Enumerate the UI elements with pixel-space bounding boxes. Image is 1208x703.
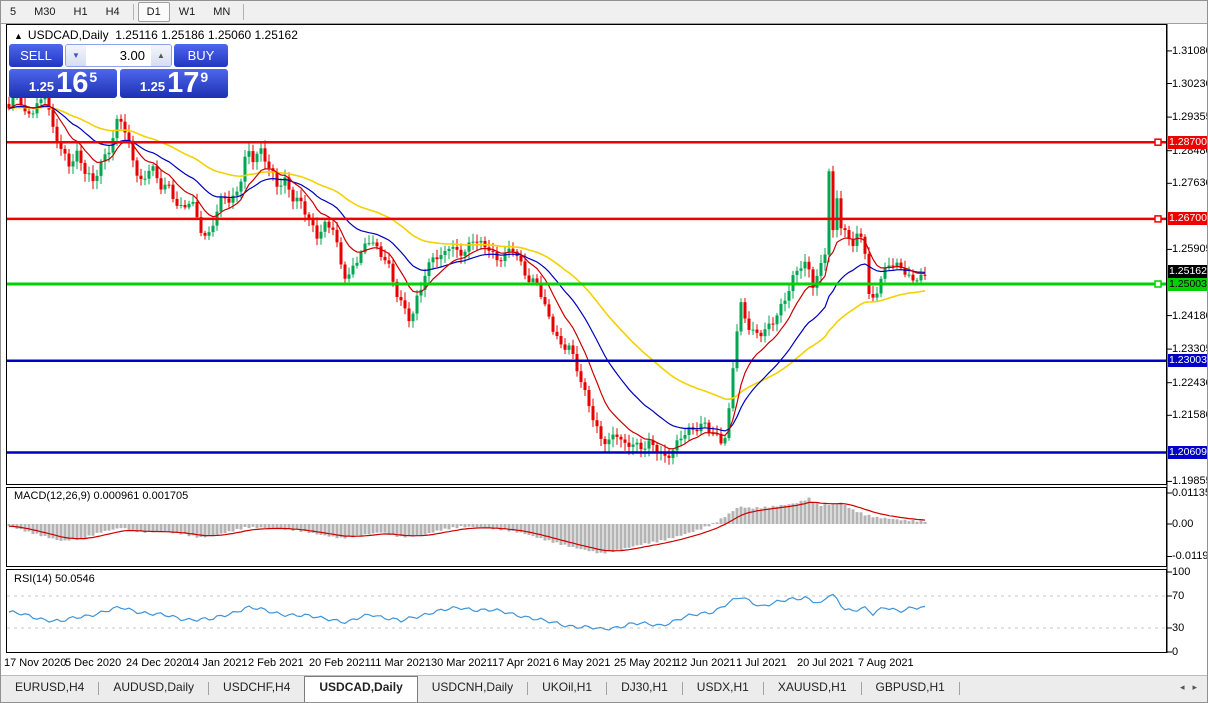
price-tick-label: 1.19855 xyxy=(1172,475,1208,488)
price-tick-label: 1.25905 xyxy=(1172,243,1208,256)
toolbar-separator xyxy=(243,4,245,20)
price-tick-label: 1.31080 xyxy=(1172,44,1208,57)
rsi-tick-label: 30 xyxy=(1172,622,1185,634)
buy-price-prefix: 1.25 xyxy=(139,79,166,94)
date-tick-label: 11 Mar 2021 xyxy=(370,657,431,669)
price-badge-1.25003: 1.25003 xyxy=(1168,277,1207,291)
sell-price-prefix: 1.25 xyxy=(28,79,55,94)
sell-price-button[interactable]: 1.25 16 5 xyxy=(9,69,117,98)
timeframe-button-m30[interactable]: M30 xyxy=(25,2,64,22)
macd-label: MACD(12,26,9) 0.000961 0.001705 xyxy=(14,490,189,502)
price-tick-label: 1.22430 xyxy=(1172,376,1208,389)
buy-button[interactable]: BUY xyxy=(174,44,228,67)
symbol-tabbar: EURUSD,H4 AUDUSD,Daily USDCHF,H4 USDCAD,Dai… xyxy=(1,675,1207,702)
volume-input[interactable]: 3.00 xyxy=(86,45,151,66)
macd-tick-label: 0.01135 xyxy=(1172,487,1208,499)
chart-canvas[interactable] xyxy=(1,1,1208,703)
chart-title: ▲ USDCAD,Daily 1.25116 1.25186 1.25060 1.… xyxy=(14,28,298,42)
tab-dj30[interactable]: DJ30,H1 xyxy=(607,676,682,698)
sell-price-point: 5 xyxy=(89,69,98,85)
date-tick-label: 2 Feb 2021 xyxy=(248,657,304,669)
rsi-panel-border xyxy=(6,569,1167,653)
hline-handle[interactable] xyxy=(1154,280,1162,288)
date-tick-label: 24 Dec 2020 xyxy=(126,657,189,669)
sell-price-pips: 16 xyxy=(56,67,89,99)
tab-usdx[interactable]: USDX,H1 xyxy=(683,676,763,698)
date-tick-label: 20 Feb 2021 xyxy=(309,657,371,669)
date-tick-label: 17 Nov 2020 xyxy=(4,657,67,669)
tabs-scroll-right-icon[interactable]: ▸ xyxy=(1192,682,1197,693)
tab-gbpusd[interactable]: GBPUSD,H1 xyxy=(862,676,959,698)
timeframe-toolbar: 5 M30 H1 H4 D1 W1 MN xyxy=(1,1,1207,24)
macd-tick-label: -0.01190 xyxy=(1172,550,1208,563)
volume-spinner: ▼ 3.00 ▲ xyxy=(65,44,172,67)
date-tick-label: 6 May 2021 xyxy=(553,657,611,669)
tab-usdchf[interactable]: USDCHF,H4 xyxy=(209,676,304,698)
date-tick-label: 17 Apr 2021 xyxy=(492,657,552,669)
one-click-trading-panel: SELL ▼ 3.00 ▲ BUY 1.25 16 5 1.25 17 9 xyxy=(9,44,228,98)
price-tick-label: 1.29355 xyxy=(1172,111,1208,124)
timeframe-button-5[interactable]: 5 xyxy=(1,2,25,22)
tab-xauusd[interactable]: XAUUSD,H1 xyxy=(764,676,861,698)
date-tick-label: 20 Jul 2021 xyxy=(797,657,854,669)
volume-increase-icon[interactable]: ▲ xyxy=(151,45,171,66)
tab-ukoil[interactable]: UKOil,H1 xyxy=(528,676,606,698)
timeframe-button-w1[interactable]: W1 xyxy=(170,2,205,22)
date-tick-label: 12 Jun 2021 xyxy=(675,657,736,669)
tabs-scroll-left-icon[interactable]: ◂ xyxy=(1180,682,1185,693)
hline-handle[interactable] xyxy=(1154,215,1162,223)
rsi-tick-label: 0 xyxy=(1172,646,1179,658)
price-badge-1.26700: 1.26700 xyxy=(1168,212,1207,226)
date-tick-label: 25 May 2021 xyxy=(614,657,678,669)
tab-usdcnh[interactable]: USDCNH,Daily xyxy=(418,676,527,698)
chart-symbol-label: USDCAD,Daily xyxy=(27,28,109,42)
toolbar-separator xyxy=(132,4,134,20)
mt4-window: 5 M30 H1 H4 D1 W1 MN ▲ USDCAD,Daily 1.25116 1.2… xyxy=(0,0,1208,703)
date-tick-label: 30 Mar 2021 xyxy=(431,657,493,669)
timeframe-button-h4[interactable]: H4 xyxy=(97,2,129,22)
date-tick-label: 5 Dec 2020 xyxy=(65,657,122,669)
price-badge-1.23003: 1.23003 xyxy=(1168,354,1207,368)
price-tick-label: 1.21580 xyxy=(1172,409,1208,422)
date-tick-label: 7 Aug 2021 xyxy=(858,657,914,669)
buy-price-point: 9 xyxy=(200,69,209,85)
tab-eurusd[interactable]: EURUSD,H4 xyxy=(1,676,98,698)
date-tick-label: 14 Jan 2021 xyxy=(187,657,248,669)
rsi-tick-label: 100 xyxy=(1172,566,1191,578)
price-badge-1.20609: 1.20609 xyxy=(1168,446,1207,459)
price-tick-label: 1.27630 xyxy=(1172,177,1208,190)
buy-price-pips: 17 xyxy=(167,67,200,99)
price-badge-1.25162: 1.25162 xyxy=(1168,264,1207,278)
timeframe-button-d1[interactable]: D1 xyxy=(137,2,170,22)
date-tick-label: 1 Jul 2021 xyxy=(736,657,787,669)
timeframe-button-h1[interactable]: H1 xyxy=(65,2,97,22)
buy-price-button[interactable]: 1.25 17 9 xyxy=(120,69,228,98)
tab-usdcad[interactable]: USDCAD,Daily xyxy=(304,676,418,702)
price-tick-label: 1.24180 xyxy=(1172,309,1208,322)
tab-separator xyxy=(958,682,960,695)
chart-ohlc-values: 1.25116 1.25186 1.25060 1.25162 xyxy=(115,28,298,42)
timeframe-button-mn[interactable]: MN xyxy=(204,2,239,22)
hline-handle[interactable] xyxy=(1154,138,1162,146)
macd-tick-label: 0.00 xyxy=(1172,518,1194,530)
volume-decrease-icon[interactable]: ▼ xyxy=(66,45,86,66)
rsi-tick-label: 70 xyxy=(1172,590,1185,602)
sell-button[interactable]: SELL xyxy=(9,44,63,67)
rsi-label: RSI(14) 50.0546 xyxy=(14,573,95,585)
price-tick-label: 1.30230 xyxy=(1172,77,1208,90)
price-badge-1.28700: 1.28700 xyxy=(1168,135,1207,149)
tab-audusd[interactable]: AUDUSD,Daily xyxy=(99,676,208,698)
chart-expand-icon[interactable]: ▲ xyxy=(14,31,23,41)
